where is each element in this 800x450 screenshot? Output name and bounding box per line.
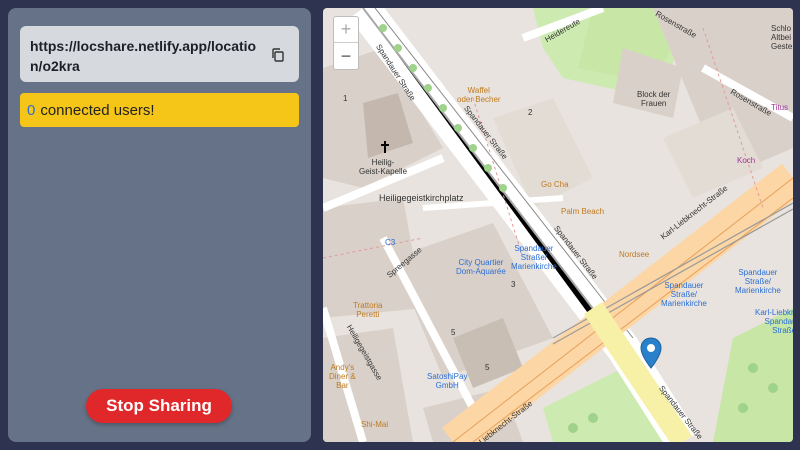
share-url-box: https://locshare.netlify.app/location/o2… xyxy=(20,26,299,82)
map-label: Palm Beach xyxy=(561,207,605,216)
map-label: Spandauer Straße/Marienkirche xyxy=(511,244,557,271)
map-label: City Quartier Dom-Aquarée xyxy=(456,258,506,276)
map-label: Nordsee xyxy=(619,250,650,259)
map-label: C3 xyxy=(385,238,396,247)
map-label: Schlo Altbei Geste xyxy=(771,24,793,51)
users-count: 0 xyxy=(27,101,36,119)
stop-sharing-button[interactable]: Stop Sharing xyxy=(86,389,232,423)
map-label: Titus xyxy=(771,103,789,112)
map-label: 1 xyxy=(343,94,348,103)
map-label: 5 xyxy=(485,363,490,372)
map-label: Heiligegeistkirchplatz xyxy=(379,193,464,203)
map-label: Go Cha xyxy=(541,180,569,189)
connected-users-banner: 0 connected users! xyxy=(20,93,299,127)
users-text: connected users! xyxy=(40,101,155,119)
map-label: Waffel oder Becher xyxy=(457,86,501,104)
map-label: Karl-Liebknecht-SpandauerStraße xyxy=(755,308,793,335)
map-label: 5 xyxy=(451,328,456,337)
location-marker-icon[interactable] xyxy=(640,337,662,369)
map-view[interactable]: + − Heilig- Geist-Kapelle Heiligegeistkir… xyxy=(323,8,793,442)
map-label: SatoshiPay GmbH xyxy=(427,372,468,390)
map-label: Andy's Diner & Bar xyxy=(329,363,356,390)
map-label: Spandauer Straße/Marienkirche xyxy=(735,268,781,295)
map-label: Trattoria Peretti xyxy=(353,301,383,319)
copy-icon[interactable] xyxy=(271,48,285,62)
map-label: Spandauer Straße/Marienkirche xyxy=(661,281,707,308)
map-label: Shi-Mai xyxy=(361,420,389,429)
map-label: Koch xyxy=(737,156,756,165)
church-icon xyxy=(381,141,389,153)
map-label: Heilig- Geist-Kapelle xyxy=(359,158,408,176)
zoom-out-button[interactable]: − xyxy=(334,43,358,69)
zoom-control: + − xyxy=(333,16,359,70)
share-url[interactable]: https://locshare.netlify.app/location/o2… xyxy=(30,36,263,76)
map-label: 3 xyxy=(511,280,516,289)
map-label: Block der Frauen xyxy=(637,90,671,108)
zoom-in-button[interactable]: + xyxy=(334,17,358,43)
map-label: 2 xyxy=(528,108,533,117)
sidebar-panel: https://locshare.netlify.app/location/o2… xyxy=(8,8,311,442)
